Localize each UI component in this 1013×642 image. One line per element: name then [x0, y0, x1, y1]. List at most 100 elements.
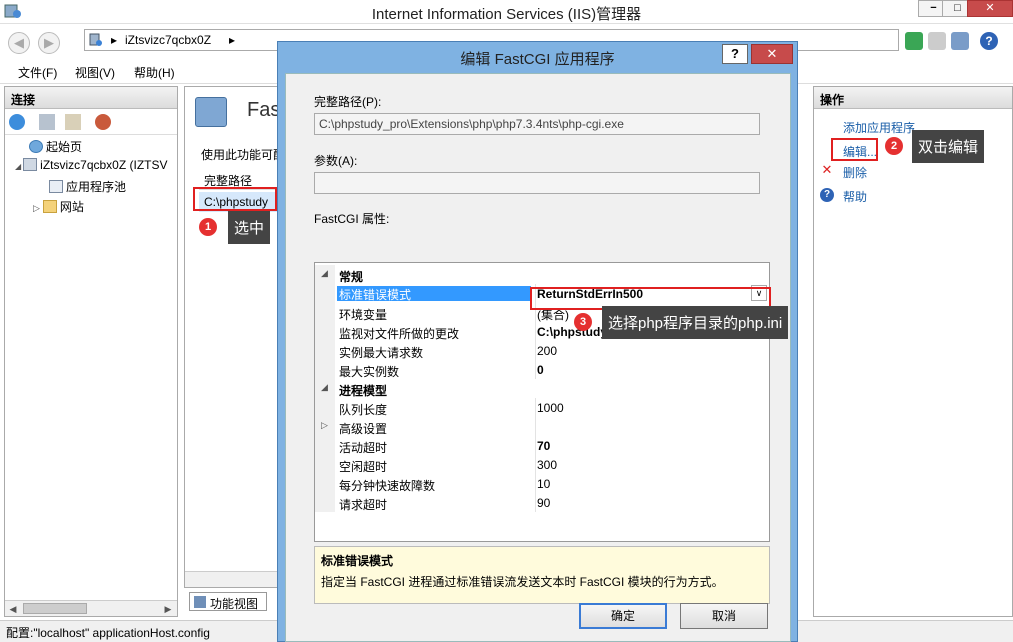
property-category[interactable]: ◢ 进程模型	[315, 379, 769, 398]
dialog-close-button[interactable]: ✕	[751, 44, 793, 64]
ok-button[interactable]: 确定	[579, 603, 667, 629]
server-icon	[23, 158, 38, 171]
feature-scrollbar[interactable]	[185, 571, 279, 587]
property-name: 实例最大请求数	[339, 346, 424, 360]
menu-view[interactable]: 视图(V)	[75, 64, 115, 81]
expand-toggle-icon[interactable]: ▷	[33, 203, 40, 213]
scroll-left-icon[interactable]: ◀	[6, 602, 20, 616]
home-icon[interactable]	[951, 32, 969, 50]
connections-scrollbar[interactable]: ◀ ▶	[5, 600, 177, 616]
disconnect-icon[interactable]	[95, 114, 111, 130]
property-row[interactable]: 请求超时 90	[315, 493, 769, 512]
property-name: 队列长度	[339, 403, 388, 417]
property-category[interactable]: ◢ 常规	[315, 265, 769, 284]
property-value[interactable]: 70	[537, 439, 769, 453]
property-name: 请求超时	[339, 498, 388, 512]
help-icon: ?	[820, 188, 834, 202]
menu-file[interactable]: 文件(F)	[18, 64, 57, 81]
close-button[interactable]: ✕	[967, 0, 1013, 17]
help-icon[interactable]: ?	[980, 32, 998, 50]
property-value[interactable]: 10	[537, 477, 769, 491]
tree-item-app-pools[interactable]: 应用程序池	[49, 178, 126, 195]
property-row[interactable]: ▷ 高级设置	[315, 417, 769, 436]
stop-icon[interactable]	[928, 32, 946, 50]
feature-pane: Fast 使用此功能可配 完整路径 C:\phpstudy	[184, 86, 280, 588]
property-divider	[535, 474, 536, 493]
property-name: 活动超时	[339, 441, 388, 455]
dialog-title: 编辑 FastCGI 应用程序	[460, 51, 615, 68]
property-row[interactable]: 最大实例数 0	[315, 360, 769, 379]
back-icon[interactable]: ◀	[8, 32, 30, 54]
connect-icon[interactable]	[9, 114, 25, 130]
view-tabs: 功能视图	[184, 590, 280, 612]
dialog-body: 完整路径(P): C:\phpstudy_pro\Extensions\php\…	[285, 73, 791, 642]
callout-select: 选中	[228, 211, 271, 244]
callout-choose-php-ini: 选择php程序目录的php.ini	[602, 306, 789, 339]
start-page-icon	[29, 140, 43, 153]
property-name: 最大实例数	[339, 365, 400, 379]
up-icon[interactable]	[65, 114, 81, 130]
step-badge-1: 1	[199, 218, 217, 236]
expand-toggle-icon[interactable]: ◢	[321, 382, 328, 393]
full-path-field[interactable]: C:\phpstudy_pro\Extensions\php\php7.3.4n…	[314, 113, 760, 135]
features-view-icon	[194, 596, 206, 608]
forward-icon[interactable]: ▶	[38, 32, 60, 54]
property-value[interactable]: 1000	[537, 401, 769, 415]
property-row[interactable]: 队列长度 1000	[315, 398, 769, 417]
property-value[interactable]: 0	[537, 363, 769, 377]
property-divider	[535, 341, 536, 360]
save-icon[interactable]	[39, 114, 55, 130]
fastcgi-icon	[195, 97, 227, 127]
property-name: 进程模型	[339, 384, 388, 398]
property-gutter	[315, 303, 335, 322]
cancel-button[interactable]: 取消	[680, 603, 768, 629]
property-name: 标准错误模式	[337, 286, 531, 302]
dialog-help-button[interactable]: ?	[722, 44, 748, 64]
property-divider	[535, 398, 536, 417]
property-name: 环境变量	[339, 308, 388, 322]
action-help[interactable]: 帮助	[843, 188, 867, 205]
property-name: 监视对文件所做的更改	[339, 327, 460, 341]
menu-help[interactable]: 帮助(H)	[134, 64, 175, 81]
callout-double-click: 双击编辑	[912, 130, 985, 163]
property-divider	[535, 360, 536, 379]
property-name: 每分钟快速故障数	[339, 479, 436, 493]
full-path-label: 完整路径(P):	[314, 95, 382, 109]
scroll-right-icon[interactable]: ▶	[161, 602, 175, 616]
property-gutter	[315, 341, 335, 360]
expand-toggle-icon[interactable]: ◢	[15, 162, 21, 171]
property-value[interactable]: 90	[537, 496, 769, 510]
arguments-field[interactable]	[314, 172, 760, 194]
property-gutter	[315, 474, 335, 493]
tab-features-view[interactable]: 功能视图	[189, 592, 267, 611]
connections-pane: 连接 起始页 ◢ iZtsvizc7qcbx0Z (IZTSV 应用程序池 ▷ 网站…	[4, 86, 178, 617]
property-name: 高级设置	[339, 422, 388, 436]
property-row[interactable]: 实例最大请求数 200	[315, 341, 769, 360]
property-name: 常规	[339, 270, 364, 284]
tree-item-sites[interactable]: ▷ 网站	[33, 198, 84, 215]
expand-toggle-icon[interactable]: ◢	[321, 268, 328, 279]
property-value[interactable]: 300	[537, 458, 769, 472]
property-value[interactable]: 200	[537, 344, 769, 358]
feature-title: Fast	[247, 99, 280, 121]
tree-item-server[interactable]: ◢ iZtsvizc7qcbx0Z (IZTSV	[15, 158, 168, 172]
server-icon	[89, 33, 102, 46]
scroll-thumb[interactable]	[23, 603, 87, 614]
property-gutter	[315, 284, 335, 303]
breadcrumb-server[interactable]: iZtsvizc7qcbx0Z	[125, 33, 211, 47]
property-row[interactable]: 空闲超时 300	[315, 455, 769, 474]
property-row[interactable]: 活动超时 70	[315, 436, 769, 455]
refresh-icon[interactable]	[905, 32, 923, 50]
property-gutter	[315, 493, 335, 512]
property-divider	[535, 436, 536, 455]
property-row[interactable]: 每分钟快速故障数 10	[315, 474, 769, 493]
expand-toggle-icon[interactable]: ▷	[321, 420, 328, 431]
property-gutter	[315, 360, 335, 379]
step-badge-3: 3	[574, 313, 592, 331]
feature-description: 使用此功能可配	[201, 148, 280, 162]
delete-icon: ✕	[821, 162, 833, 177]
action-delete[interactable]: 删除	[843, 164, 867, 181]
highlight-edit-box	[831, 138, 878, 161]
property-divider	[535, 455, 536, 474]
tree-item-start-page[interactable]: 起始页	[29, 138, 82, 155]
